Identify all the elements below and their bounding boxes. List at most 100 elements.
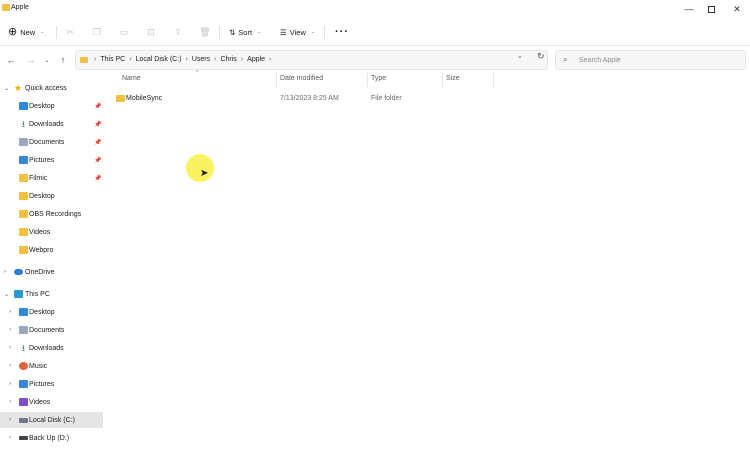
mouse-pointer-icon: ➤: [200, 168, 209, 179]
search-input[interactable]: ⌕ Search Apple: [555, 50, 746, 70]
sidebar-item-downloads[interactable]: ⭳ Downloads 📌: [0, 116, 103, 132]
sidebar-item-backup-drive[interactable]: › Back Up (D:): [0, 430, 103, 446]
sidebar-item-filmic[interactable]: Filmic 📌: [0, 170, 103, 186]
command-bar: ⊕ New ⌄ ✂ ❐ ▭ ⊡ ⇪ 🗑 ⇅ Sort ⌄ ☰ View ⌄ ··…: [0, 18, 750, 46]
chevron-down-icon: ⌄: [40, 29, 45, 35]
sidebar-item-label: Downloads: [29, 120, 64, 128]
chevron-right-icon: ›: [129, 56, 132, 63]
breadcrumb-item[interactable]: Users: [192, 56, 210, 63]
sidebar-item-pc-documents[interactable]: › Documents: [0, 322, 103, 338]
documents-icon: [19, 326, 28, 334]
search-placeholder: Search Apple: [579, 57, 621, 64]
sidebar-item-label: Quick access: [25, 84, 67, 92]
chevron-right-icon[interactable]: ›: [9, 399, 11, 405]
sidebar-item-music[interactable]: › Music: [0, 358, 103, 374]
folder-icon: [19, 246, 28, 254]
drive-icon: [19, 436, 28, 440]
sidebar-item-pictures[interactable]: Pictures 📌: [0, 152, 103, 168]
download-icon: ⭳: [21, 343, 26, 353]
breadcrumb-item[interactable]: This PC: [100, 56, 125, 63]
column-header-date[interactable]: Date modified: [280, 75, 323, 89]
new-button[interactable]: ⊕ New ⌄: [8, 25, 44, 39]
disk-icon: [19, 417, 28, 423]
toolbar-divider: [324, 26, 325, 39]
pictures-icon: [19, 156, 28, 164]
sidebar-item-videos-folder[interactable]: Videos: [0, 224, 103, 240]
sidebar-item-label: Pictures: [29, 380, 55, 388]
sidebar-item-obs-recordings[interactable]: OBS Recordings: [0, 206, 103, 222]
share-icon[interactable]: ⇪: [173, 27, 183, 37]
column-header-type[interactable]: Type: [371, 75, 386, 89]
sidebar-item-pc-pictures[interactable]: › Pictures: [0, 376, 103, 392]
sidebar-item-webpro[interactable]: Webpro: [0, 242, 103, 258]
column-divider[interactable]: [442, 73, 443, 87]
recent-locations-button[interactable]: ⌄: [40, 53, 54, 67]
search-icon: ⌕: [563, 55, 568, 64]
close-button[interactable]: ✕: [724, 0, 750, 18]
chevron-right-icon[interactable]: ›: [9, 327, 11, 333]
breadcrumb: › This PC › Local Disk (C:) › Users › Ch…: [90, 56, 275, 63]
breadcrumb-item[interactable]: Chris: [220, 56, 236, 63]
sidebar-item-this-pc[interactable]: ⌄ This PC: [0, 286, 103, 302]
paste-icon[interactable]: ▭: [119, 27, 129, 37]
refresh-icon[interactable]: ↻: [537, 51, 545, 62]
pin-icon: 📌: [94, 103, 102, 110]
sidebar-item-pc-desktop[interactable]: › Desktop: [0, 304, 103, 320]
window-title: Apple: [11, 4, 29, 11]
folder-icon: [19, 174, 28, 182]
chevron-right-icon[interactable]: ›: [9, 435, 11, 441]
address-history-icon[interactable]: ⌄: [517, 52, 523, 60]
sidebar-item-local-disk[interactable]: › Local Disk (C:): [0, 412, 103, 428]
address-bar[interactable]: › This PC › Local Disk (C:) › Users › Ch…: [75, 50, 548, 70]
sort-button[interactable]: ⇅ Sort ⌄: [229, 25, 261, 39]
sidebar-item-quick-access[interactable]: ⌄ ★ Quick access: [0, 80, 103, 96]
sidebar-item-pc-videos[interactable]: › Videos: [0, 394, 103, 410]
cut-icon[interactable]: ✂: [65, 27, 75, 37]
breadcrumb-item[interactable]: Apple: [247, 56, 265, 63]
sidebar-item-label: Filmic: [29, 174, 48, 182]
folder-icon: [19, 192, 28, 200]
sidebar-item-desktop[interactable]: Desktop 📌: [0, 98, 103, 114]
column-header-size[interactable]: Size: [446, 75, 460, 89]
folder-icon: [19, 210, 28, 218]
sidebar-item-label: Desktop: [29, 102, 55, 110]
sidebar-item-documents[interactable]: Documents 📌: [0, 134, 103, 150]
chevron-down-icon[interactable]: ⌄: [4, 291, 9, 298]
chevron-right-icon[interactable]: ›: [4, 269, 6, 275]
file-type: File folder: [371, 95, 402, 102]
column-divider[interactable]: [493, 73, 494, 87]
table-row[interactable]: MobileSync 7/13/2023 8:25 AM File folder: [112, 90, 492, 107]
sidebar-item-desktop-folder[interactable]: Desktop: [0, 188, 103, 204]
breadcrumb-item[interactable]: Local Disk (C:): [136, 56, 182, 63]
more-options-button[interactable]: ···: [335, 25, 349, 39]
copy-icon[interactable]: ❐: [92, 27, 102, 37]
chevron-right-icon[interactable]: ›: [9, 381, 11, 387]
forward-button[interactable]: →: [24, 53, 38, 67]
chevron-right-icon[interactable]: ›: [9, 417, 11, 423]
chevron-right-icon[interactable]: ›: [9, 363, 11, 369]
cloud-icon: [14, 269, 23, 275]
chevron-right-icon[interactable]: ›: [9, 309, 11, 315]
chevron-right-icon[interactable]: ›: [9, 345, 11, 351]
rename-icon[interactable]: ⊡: [146, 27, 156, 37]
maximize-button[interactable]: [698, 0, 724, 18]
view-button[interactable]: ☰ View ⌄: [280, 25, 315, 39]
sidebar-item-pc-downloads[interactable]: › ⭳ Downloads: [0, 340, 103, 356]
column-divider[interactable]: [367, 73, 368, 87]
toolbar-divider: [56, 26, 57, 39]
sidebar-item-onedrive[interactable]: › OneDrive: [0, 264, 103, 280]
column-divider[interactable]: [276, 73, 277, 87]
desktop-icon: [19, 102, 28, 110]
maximize-icon: [707, 5, 715, 13]
column-header-name[interactable]: Name: [122, 75, 141, 89]
sidebar-item-label: Documents: [29, 138, 65, 146]
chevron-right-icon: ›: [94, 56, 97, 63]
chevron-down-icon[interactable]: ⌄: [4, 85, 9, 92]
pin-icon: 📌: [94, 157, 102, 164]
back-button[interactable]: ←: [4, 53, 18, 67]
delete-icon[interactable]: 🗑: [199, 27, 210, 37]
up-button[interactable]: ↑: [56, 53, 70, 67]
sidebar-item-label: Videos: [29, 398, 51, 406]
folder-icon: [80, 57, 88, 63]
sidebar-item-label: Desktop: [29, 308, 55, 316]
